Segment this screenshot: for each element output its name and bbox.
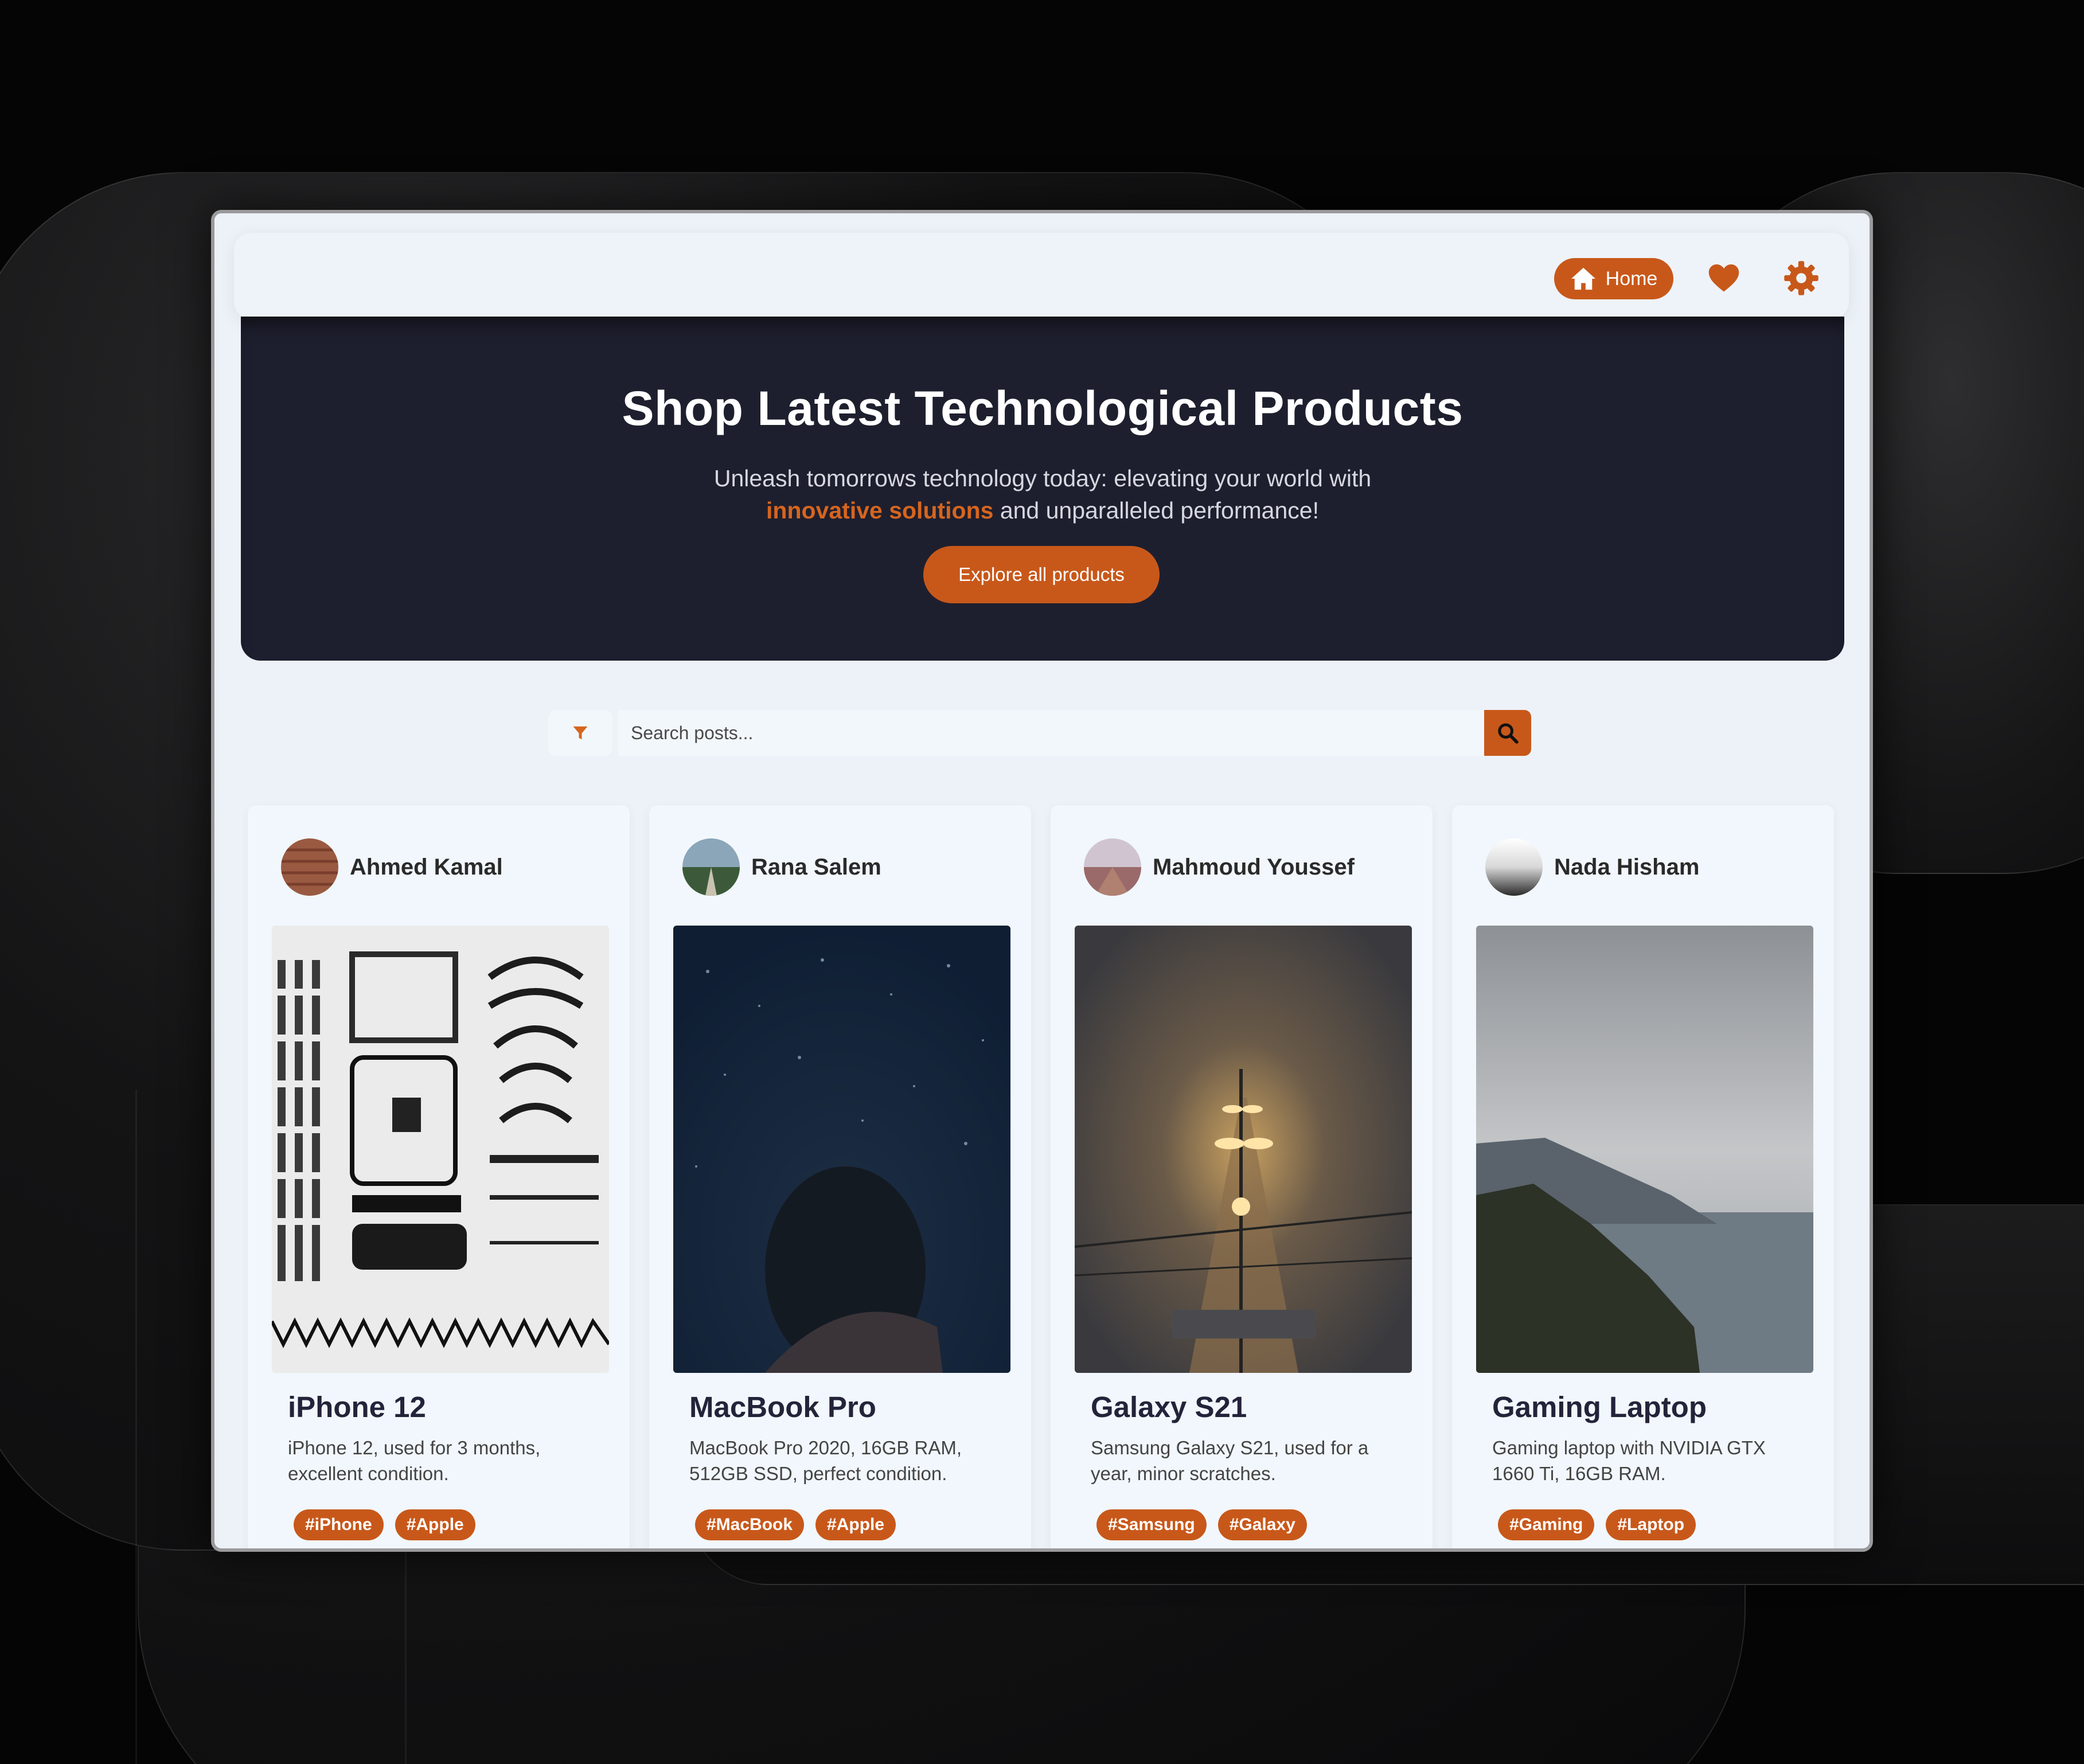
post-tags: #MacBook #Apple (695, 1509, 896, 1540)
post-description: iPhone 12, used for 3 months, excellent … (288, 1437, 541, 1484)
search-button[interactable] (1484, 710, 1531, 756)
background-line (135, 1090, 137, 1764)
author-name: Mahmoud Youssef (1153, 854, 1355, 880)
filter-icon (573, 726, 588, 740)
post-author: Mahmoud Youssef (1084, 838, 1355, 896)
navbar: Home (234, 233, 1849, 319)
home-icon (1571, 267, 1595, 290)
post-author: Ahmed Kamal (281, 838, 503, 896)
tag[interactable]: #MacBook (695, 1509, 805, 1540)
search-bar (548, 710, 1536, 757)
avatar (682, 838, 740, 896)
hero-title: Shop Latest Technological Products (622, 381, 1464, 435)
avatar (281, 838, 338, 896)
home-button[interactable]: Home (1554, 258, 1673, 299)
tag[interactable]: #Laptop (1606, 1509, 1696, 1540)
post-title: Galaxy S21 (1091, 1391, 1247, 1423)
home-label: Home (1605, 267, 1658, 290)
tag[interactable]: #Gaming (1498, 1509, 1595, 1540)
author-name: Nada Hisham (1554, 854, 1700, 880)
post-card[interactable]: Ahmed Kamal iPhone 12 iPhone 12, used fo… (248, 805, 630, 1548)
browser-window: Home Shop Latest Technological Products … (211, 210, 1873, 1552)
hero-subtitle-rest: and unparalleled performance! (993, 497, 1319, 524)
post-title: Gaming Laptop (1492, 1391, 1707, 1423)
tag[interactable]: #iPhone (294, 1509, 384, 1540)
explore-products-button[interactable]: Explore all products (923, 546, 1160, 603)
post-tags: #Gaming #Laptop (1498, 1509, 1696, 1540)
posts-grid: Ahmed Kamal iPhone 12 iPhone 12, used fo… (248, 805, 1843, 1548)
post-image[interactable] (673, 926, 1010, 1373)
post-image[interactable] (272, 926, 609, 1373)
post-description: Samsung Galaxy S21, used for a year, min… (1091, 1437, 1369, 1484)
tag[interactable]: #Apple (395, 1509, 475, 1540)
author-name: Ahmed Kamal (350, 854, 503, 880)
post-title: MacBook Pro (689, 1391, 876, 1423)
hero-subtitle-line1: Unleash tomorrows technology today: elev… (713, 465, 1372, 491)
hero-subtitle: Unleash tomorrows technology today: elev… (241, 462, 1844, 526)
post-tags: #Samsung #Galaxy (1096, 1509, 1307, 1540)
post-card[interactable]: Rana Salem MacBook Pro MacBook Pro 2020,… (649, 805, 1031, 1548)
post-description: Gaming laptop with NVIDIA GTX 1660 Ti, 1… (1492, 1437, 1766, 1484)
tag[interactable]: #Galaxy (1217, 1509, 1307, 1540)
post-description: MacBook Pro 2020, 16GB RAM, 512GB SSD, p… (689, 1437, 962, 1484)
post-card[interactable]: Mahmoud Youssef Galaxy S21 Samsung Galax… (1051, 805, 1433, 1548)
post-image[interactable] (1476, 926, 1813, 1373)
tag[interactable]: #Samsung (1096, 1509, 1207, 1540)
post-tags: #iPhone #Apple (294, 1509, 475, 1540)
avatar (1084, 838, 1141, 896)
hero-subtitle-highlight: innovative solutions (766, 497, 994, 524)
search-input[interactable] (618, 710, 1484, 756)
post-title: iPhone 12 (288, 1391, 426, 1423)
post-card[interactable]: Nada Hisham Gaming Laptop Gaming laptop … (1452, 805, 1834, 1548)
author-name: Rana Salem (751, 854, 881, 880)
background-line (405, 1548, 407, 1764)
post-author: Nada Hisham (1485, 838, 1699, 896)
heart-icon[interactable] (1707, 262, 1741, 296)
post-author: Rana Salem (682, 838, 881, 896)
avatar (1485, 838, 1543, 896)
post-image[interactable] (1075, 926, 1412, 1373)
search-icon (1498, 723, 1519, 744)
gear-icon[interactable] (1784, 260, 1819, 296)
tag[interactable]: #Apple (815, 1509, 896, 1540)
filter-button[interactable] (548, 710, 612, 756)
hero-banner: Shop Latest Technological Products Unlea… (241, 317, 1844, 661)
